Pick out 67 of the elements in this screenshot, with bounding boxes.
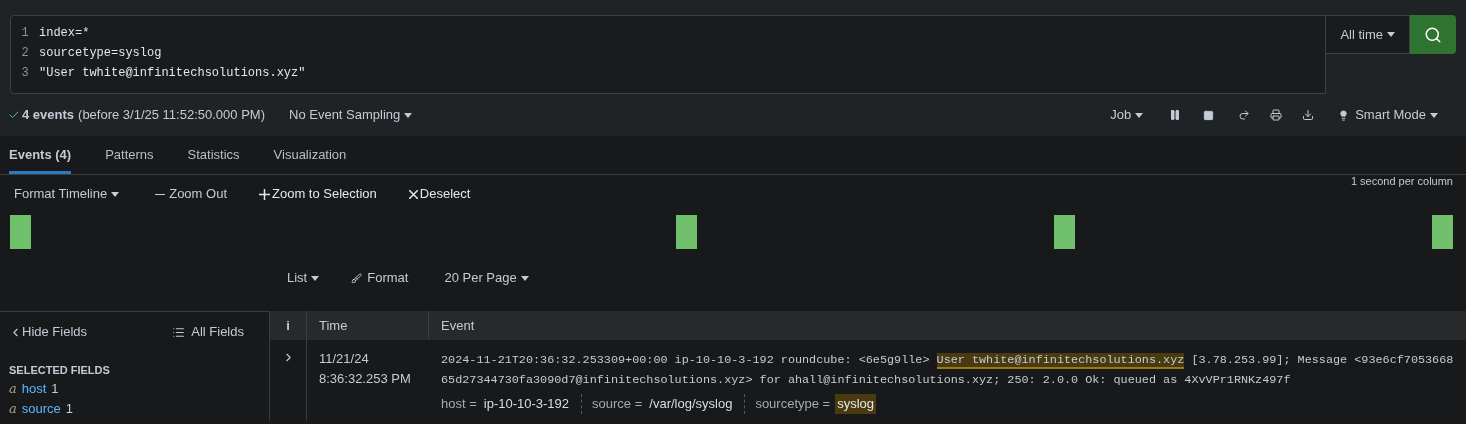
per-page-dropdown[interactable]: 20 Per Page — [444, 268, 529, 288]
time-range-dropdown[interactable]: All time — [1326, 15, 1410, 54]
check-icon — [8, 109, 20, 121]
minus-icon — [155, 193, 166, 195]
mode-dropdown[interactable]: Smart Mode — [1338, 105, 1438, 125]
field-count: 1 — [51, 379, 59, 398]
column-header: i — [270, 311, 307, 340]
format-timeline-dropdown[interactable]: Format Timeline — [14, 184, 120, 204]
tab[interactable]: Visualization — [273, 136, 347, 174]
sampling-dropdown[interactable]: No Event Sampling — [289, 105, 413, 125]
caret-icon — [1387, 32, 1395, 37]
query-text: "User twhite@infinitechsolutions.xyz" — [39, 65, 306, 82]
all-fields-button[interactable]: All Fields — [172, 322, 244, 342]
field-value[interactable]: syslog — [835, 394, 877, 414]
field-value[interactable]: /var/log/syslog — [647, 394, 735, 414]
zoom-to-selection-button[interactable]: Zoom to Selection — [259, 184, 377, 204]
list-icon — [172, 325, 186, 339]
caret-icon — [404, 112, 413, 118]
deselect-button[interactable]: Deselect — [408, 184, 471, 204]
query-text: index=* — [39, 25, 90, 42]
search-button[interactable] — [1410, 15, 1456, 54]
caret-icon — [1430, 112, 1438, 118]
format-button[interactable]: Format — [351, 268, 409, 288]
caret-icon — [1135, 112, 1144, 118]
download-icon — [1302, 109, 1315, 121]
search-time: (before 3/1/25 11:52:50.000 PM) — [78, 106, 265, 125]
print-icon — [1270, 109, 1283, 121]
field-value[interactable]: ip-10-10-3-192 — [481, 394, 572, 414]
line-number: 1 — [20, 25, 30, 42]
share-icon — [1238, 109, 1251, 121]
tab[interactable]: Statistics — [187, 136, 240, 174]
zoom-out-button[interactable]: Zoom Out — [155, 184, 227, 204]
lightbulb-icon — [1338, 109, 1350, 121]
brush-icon — [351, 272, 363, 284]
column-header: Event — [440, 316, 475, 335]
line-number: 2 — [20, 45, 30, 62]
field-type: a — [9, 379, 17, 398]
caret-icon — [520, 275, 529, 281]
event-date: 11/21/24 — [319, 350, 370, 368]
field-key: sourcetype = — [755, 394, 831, 414]
search-icon — [1424, 25, 1442, 44]
search-field[interactable]: 1 index=* 2 sourcetype=syslog 3 "User twhite@infinitechsolutions.xyz" — [10, 15, 1327, 94]
query-text: sourcetype=syslog — [39, 45, 162, 62]
field-key: host = — [441, 394, 477, 414]
close-icon — [408, 189, 418, 199]
caret-icon — [311, 275, 320, 281]
section-heading: SELECTED FIELDS — [9, 363, 111, 378]
field-key: source = — [592, 394, 643, 414]
field-link[interactable]: source — [21, 398, 61, 419]
event-time: 8:36:32.253 PM — [319, 370, 412, 388]
stop-icon — [1203, 109, 1215, 121]
tab[interactable]: Events (4) — [9, 136, 72, 174]
field-link[interactable]: host — [21, 378, 47, 399]
list-dropdown[interactable]: List — [287, 268, 320, 288]
event-text: 2024-11-21T20:36:32.253309+00:00 ip-10-10-3-192 roundcube: <6e5g9lle> User twhite@infinitechsolutions.xyz [3.78.253.99]; Message <93e6cf705366865d27344730fa3090d7@infinitechsolutions.xyz> for ahall@infinitechsolutions.xyz; 250: 2.0.0 Ok: queued as 4XvVPr1RNKz497f — [441, 352, 1455, 389]
tab[interactable]: Patterns — [105, 136, 154, 174]
column-header: Time — [307, 311, 429, 340]
field-type: a — [9, 399, 17, 418]
hide-fields-button[interactable]: Hide Fields — [9, 322, 88, 342]
field-count: 1 — [65, 399, 74, 418]
job-dropdown[interactable]: Job — [1110, 105, 1144, 125]
plus-icon — [259, 188, 270, 200]
event-count: 4 events — [22, 106, 75, 125]
line-number: 3 — [20, 65, 30, 82]
caret-icon — [111, 191, 120, 197]
pause-icon — [1169, 109, 1182, 121]
timeline-scale: 1 second per column — [1350, 174, 1453, 189]
